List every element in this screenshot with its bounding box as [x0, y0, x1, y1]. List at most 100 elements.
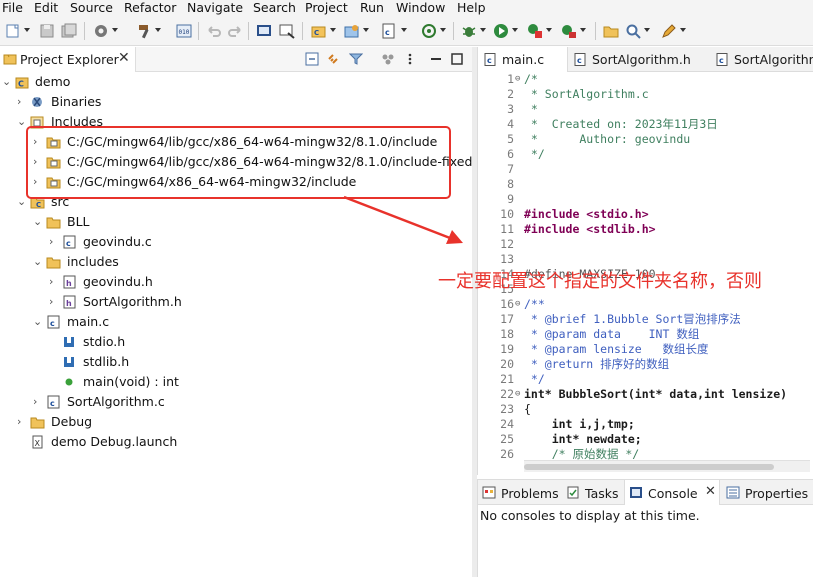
search-dropdown-icon[interactable] [644, 28, 650, 32]
menu-project[interactable]: Project [305, 0, 348, 16]
fold-collapse-icon[interactable]: ⊖ [515, 72, 523, 87]
tab-properties[interactable]: Properties [722, 480, 813, 505]
run-coverage-icon[interactable] [526, 22, 544, 40]
c-file-icon: c [62, 235, 77, 249]
line-number: 8 [507, 177, 514, 191]
menu-edit[interactable]: Edit [34, 0, 58, 16]
new-dropdown-icon[interactable] [24, 28, 30, 32]
search-icon[interactable] [624, 22, 642, 40]
save-all-icon[interactable] [60, 22, 78, 40]
menu-help[interactable]: Help [457, 0, 486, 16]
build-dropdown-icon[interactable] [155, 28, 161, 32]
chevron-down-icon[interactable]: ⌄ [17, 115, 27, 129]
undo-icon[interactable] [205, 22, 223, 40]
tree-item-demo-debug-launch[interactable]: X demo Debug.launch [0, 432, 472, 452]
minimize-icon[interactable] [429, 52, 443, 66]
tab-console[interactable]: Console ✕ [624, 480, 720, 505]
tab-sortalgorithm-c[interactable]: c SortAlgorithm. [710, 47, 813, 72]
link-with-editor-icon[interactable] [327, 52, 341, 66]
redo-icon[interactable] [226, 22, 244, 40]
tree-item-stdlib-h[interactable]: stdlib.h [0, 352, 472, 372]
close-icon[interactable]: ✕ [705, 484, 716, 499]
new-class-icon[interactable] [343, 22, 361, 40]
run-dropdown-icon[interactable] [512, 28, 518, 32]
scrollbar-thumb[interactable] [524, 464, 774, 470]
chevron-right-icon[interactable]: › [17, 415, 27, 429]
external-tools-dropdown-icon[interactable] [580, 28, 586, 32]
external-tools-icon[interactable] [560, 22, 578, 40]
filter-icon[interactable] [348, 52, 364, 66]
new-project-icon[interactable]: C [310, 22, 328, 40]
menu-search[interactable]: Search [253, 0, 296, 16]
chevron-down-icon[interactable]: ⌄ [33, 255, 43, 269]
build-config-dropdown-icon[interactable] [112, 28, 118, 32]
save-icon[interactable] [38, 22, 56, 40]
console-message: No consoles to display at this time. [480, 508, 700, 523]
collapse-all-icon[interactable] [305, 52, 319, 66]
chevron-down-icon[interactable]: ⌄ [2, 75, 12, 89]
code-line: * [524, 102, 538, 116]
tree-item-includes-folder[interactable]: ⌄ includes [0, 252, 472, 272]
maximize-icon[interactable] [450, 52, 464, 66]
chevron-down-icon[interactable]: ⌄ [17, 195, 27, 209]
target-dropdown-icon[interactable] [440, 28, 446, 32]
view-menu-icon[interactable] [381, 52, 395, 66]
line-number: 26 [500, 447, 514, 461]
chevron-right-icon[interactable]: › [49, 295, 59, 309]
console-icon[interactable] [255, 22, 273, 40]
build-config-icon[interactable] [92, 22, 110, 40]
tree-item-sortalgorithm-c[interactable]: › c SortAlgorithm.c [0, 392, 472, 412]
tab-main-c[interactable]: c main.c [478, 47, 568, 72]
menu-file[interactable]: File [2, 0, 23, 16]
tab-project-explorer[interactable]: Project Explorer ✕ [0, 47, 136, 72]
svg-text:C: C [36, 201, 41, 209]
chevron-right-icon[interactable]: › [49, 275, 59, 289]
chevron-right-icon[interactable]: › [49, 235, 59, 249]
new-source-dropdown-icon[interactable] [401, 28, 407, 32]
more-menu-icon[interactable] [403, 52, 417, 66]
tree-item-geovindu-c[interactable]: › c geovindu.c [0, 232, 472, 252]
fold-collapse-icon[interactable]: ⊖ [515, 297, 523, 312]
tree-item-geovindu-h[interactable]: › h geovindu.h [0, 272, 472, 292]
tree-item-stdio-h[interactable]: stdio.h [0, 332, 472, 352]
tree-item-main-function[interactable]: main(void) : int [0, 372, 472, 392]
tree-item-bll[interactable]: ⌄ BLL [0, 212, 472, 232]
pen-icon[interactable] [660, 22, 678, 40]
tab-problems[interactable]: Problems [478, 480, 562, 505]
debug-icon[interactable] [460, 22, 478, 40]
menu-refactor[interactable]: Refactor [124, 0, 176, 16]
menu-navigate[interactable]: Navigate [187, 0, 243, 16]
fold-collapse-icon[interactable]: ⊖ [515, 387, 523, 402]
tab-tasks[interactable]: Tasks [562, 480, 624, 505]
new-class-dropdown-icon[interactable] [363, 28, 369, 32]
target-icon[interactable] [420, 22, 438, 40]
horizontal-scrollbar[interactable] [524, 460, 810, 472]
terminal-icon[interactable] [278, 22, 296, 40]
tree-item-binaries[interactable]: › Binaries [0, 92, 472, 112]
open-folder-icon[interactable] [602, 22, 620, 40]
line-number: 13 [500, 252, 514, 266]
new-source-icon[interactable]: c [380, 22, 398, 40]
new-icon[interactable] [4, 22, 22, 40]
new-project-dropdown-icon[interactable] [330, 28, 336, 32]
chevron-down-icon[interactable]: ⌄ [33, 215, 43, 229]
tab-sortalgorithm-h[interactable]: c SortAlgorithm.h [568, 47, 710, 72]
tree-item-demo[interactable]: ⌄ C demo [0, 72, 472, 92]
run-coverage-dropdown-icon[interactable] [546, 28, 552, 32]
debug-dropdown-icon[interactable] [480, 28, 486, 32]
menu-source[interactable]: Source [70, 0, 113, 16]
chevron-right-icon[interactable]: › [17, 95, 27, 109]
binary-icon[interactable]: 010 [175, 22, 193, 40]
chevron-right-icon[interactable]: › [33, 395, 43, 409]
menu-window[interactable]: Window [396, 0, 445, 16]
chevron-down-icon[interactable]: ⌄ [33, 315, 43, 329]
menu-run[interactable]: Run [360, 0, 384, 16]
tree-item-sortalgorithm-h[interactable]: › h SortAlgorithm.h [0, 292, 472, 312]
hammer-build-icon[interactable] [136, 22, 154, 40]
run-icon[interactable] [492, 22, 510, 40]
close-icon[interactable]: ✕ [118, 50, 130, 66]
tree-item-main-c[interactable]: ⌄ c main.c [0, 312, 472, 332]
pen-dropdown-icon[interactable] [680, 28, 686, 32]
code-line: * @return 排序好的数组 [524, 357, 670, 371]
tree-item-debug[interactable]: › Debug [0, 412, 472, 432]
